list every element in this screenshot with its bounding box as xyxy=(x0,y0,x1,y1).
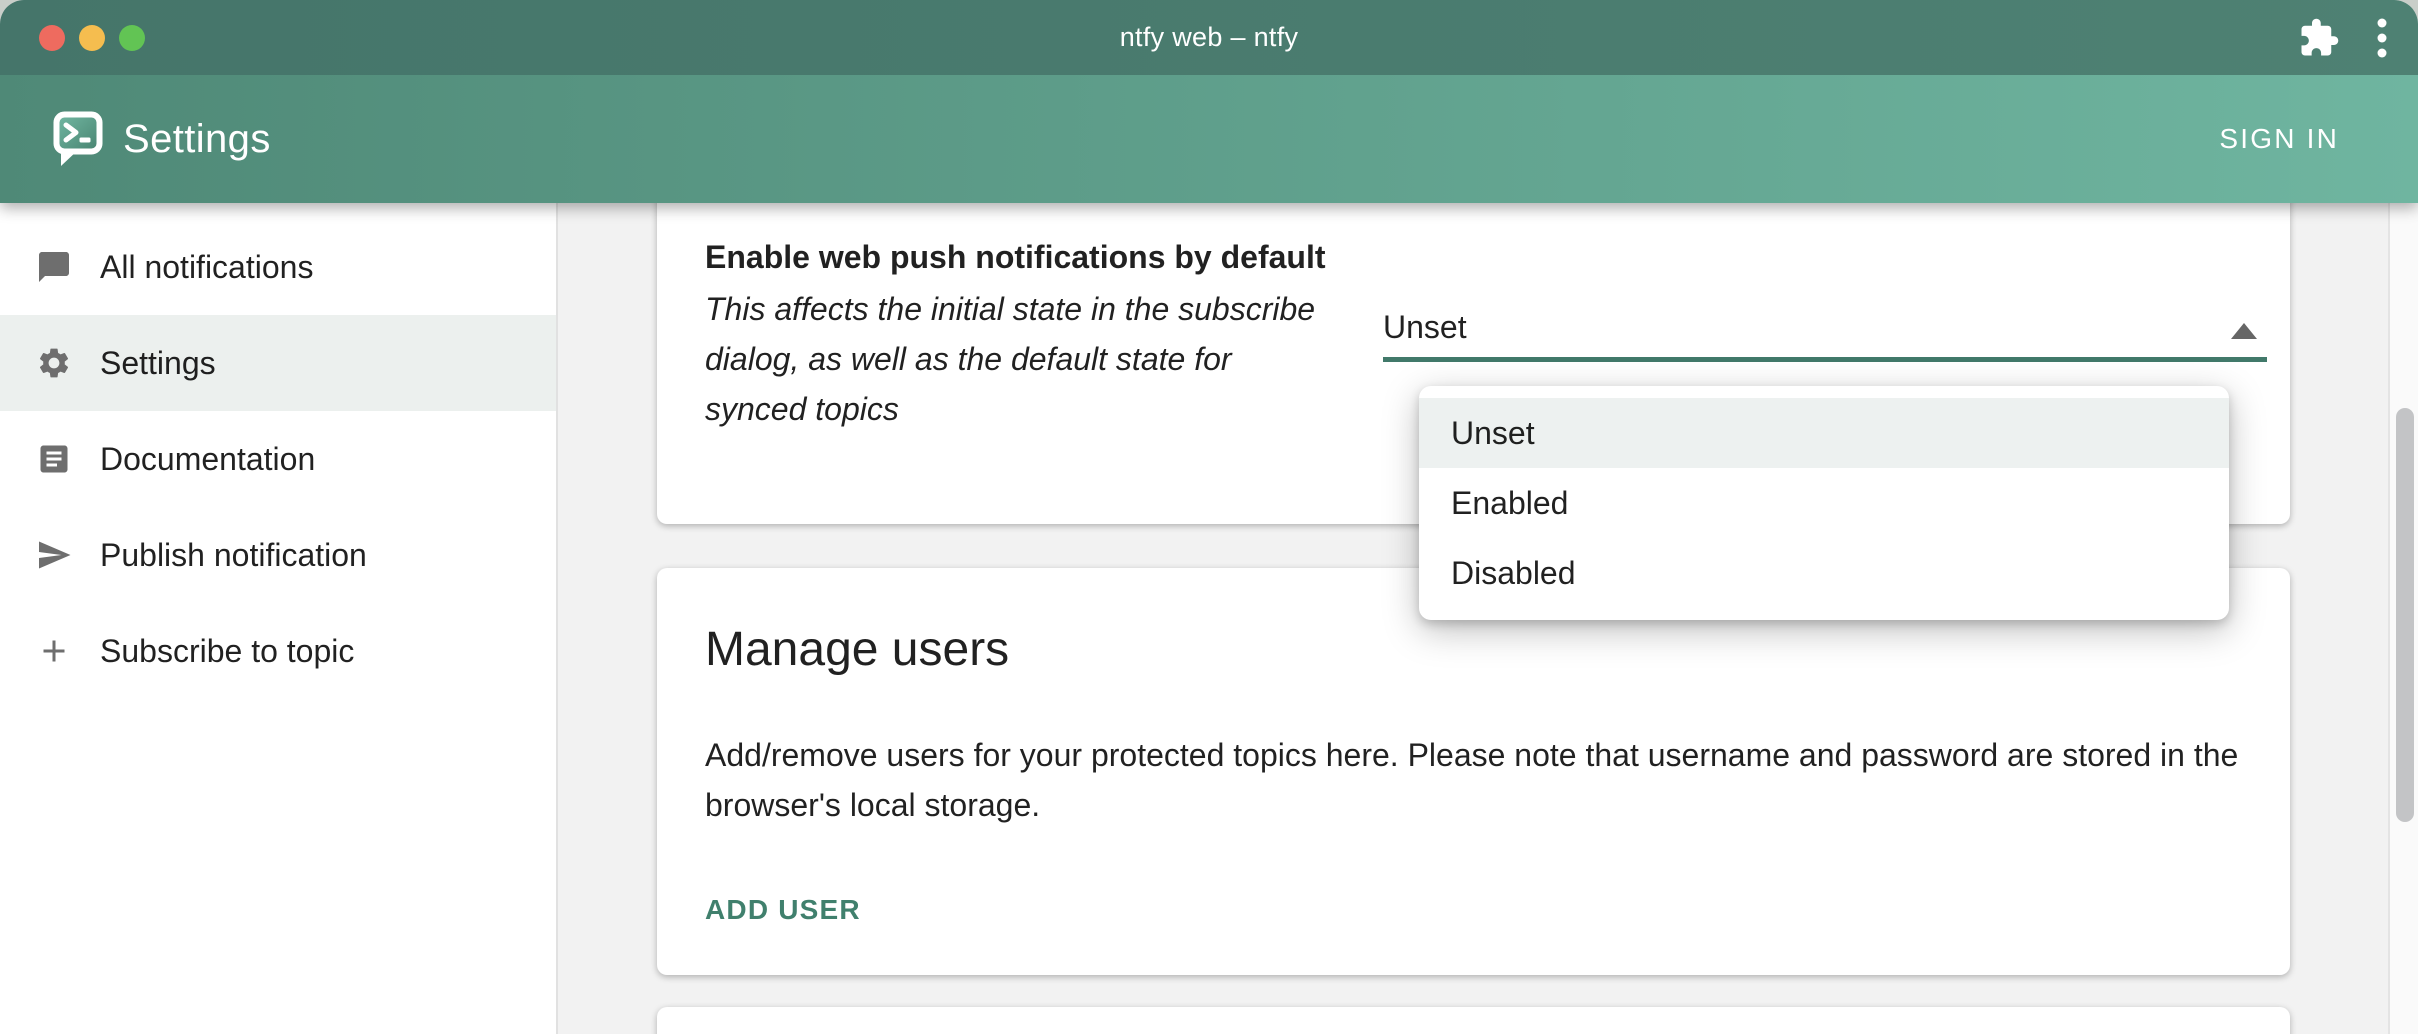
sidebar-item-label: Documentation xyxy=(100,441,315,478)
select-value: Unset xyxy=(1383,307,2267,347)
browser-titlebar: ntfy web – ntfy xyxy=(0,0,2418,75)
web-push-pref-label: Enable web push notifications by default xyxy=(705,237,1326,277)
browser-window: ntfy web – ntfy S xyxy=(0,0,2418,1034)
sidebar-item-all-notifications[interactable]: All notifications xyxy=(0,219,556,315)
sidebar-item-documentation[interactable]: Documentation xyxy=(0,411,556,507)
manage-users-description: Add/remove users for your protected topi… xyxy=(705,730,2270,830)
page-title: Settings xyxy=(123,75,271,203)
sidebar-item-label: Publish notification xyxy=(100,537,367,574)
sidebar-item-subscribe-to-topic[interactable]: Subscribe to topic xyxy=(0,603,556,699)
window-controls xyxy=(39,25,145,51)
minimize-window-button[interactable] xyxy=(79,25,105,51)
manage-users-card: Manage users Add/remove users for your p… xyxy=(657,568,2290,975)
sidebar-item-label: Subscribe to topic xyxy=(100,633,354,670)
add-user-button[interactable]: ADD USER xyxy=(705,893,861,927)
chat-bubble-icon xyxy=(36,249,72,285)
sidebar-item-settings[interactable]: Settings xyxy=(0,315,556,411)
send-icon xyxy=(36,537,72,573)
next-card-partial xyxy=(657,1007,2290,1034)
plus-icon xyxy=(36,633,72,669)
sidebar-item-label: All notifications xyxy=(100,249,313,286)
menu-option-disabled[interactable]: Disabled xyxy=(1419,538,2229,608)
scrollbar-thumb[interactable] xyxy=(2396,408,2414,822)
scrollbar-track[interactable] xyxy=(2388,203,2418,1034)
maximize-window-button[interactable] xyxy=(119,25,145,51)
ntfy-logo-icon xyxy=(52,109,104,176)
menu-option-unset[interactable]: Unset xyxy=(1419,398,2229,468)
extensions-puzzle-icon[interactable] xyxy=(2298,17,2340,59)
menu-option-enabled[interactable]: Enabled xyxy=(1419,468,2229,538)
web-push-pref-description: This affects the initial state in the su… xyxy=(705,284,1325,434)
sidebar-item-publish-notification[interactable]: Publish notification xyxy=(0,507,556,603)
sidebar-item-label: Settings xyxy=(100,345,216,382)
manage-users-title: Manage users xyxy=(705,622,1009,678)
gear-icon xyxy=(36,345,72,381)
close-window-button[interactable] xyxy=(39,25,65,51)
sign-in-button[interactable]: SIGN IN xyxy=(2219,75,2339,203)
chevron-up-icon xyxy=(2231,323,2257,339)
window-title: ntfy web – ntfy xyxy=(1120,22,1299,53)
web-push-default-select[interactable]: Unset xyxy=(1383,307,2267,362)
browser-menu-kebab-icon[interactable] xyxy=(2376,12,2388,64)
sidebar-nav: All notifications Settings Documentation… xyxy=(0,203,558,1034)
select-dropdown-menu: Unset Enabled Disabled xyxy=(1419,386,2229,620)
app-header: Settings SIGN IN xyxy=(0,75,2418,203)
select-underline xyxy=(1383,357,2267,362)
article-icon xyxy=(36,441,72,477)
